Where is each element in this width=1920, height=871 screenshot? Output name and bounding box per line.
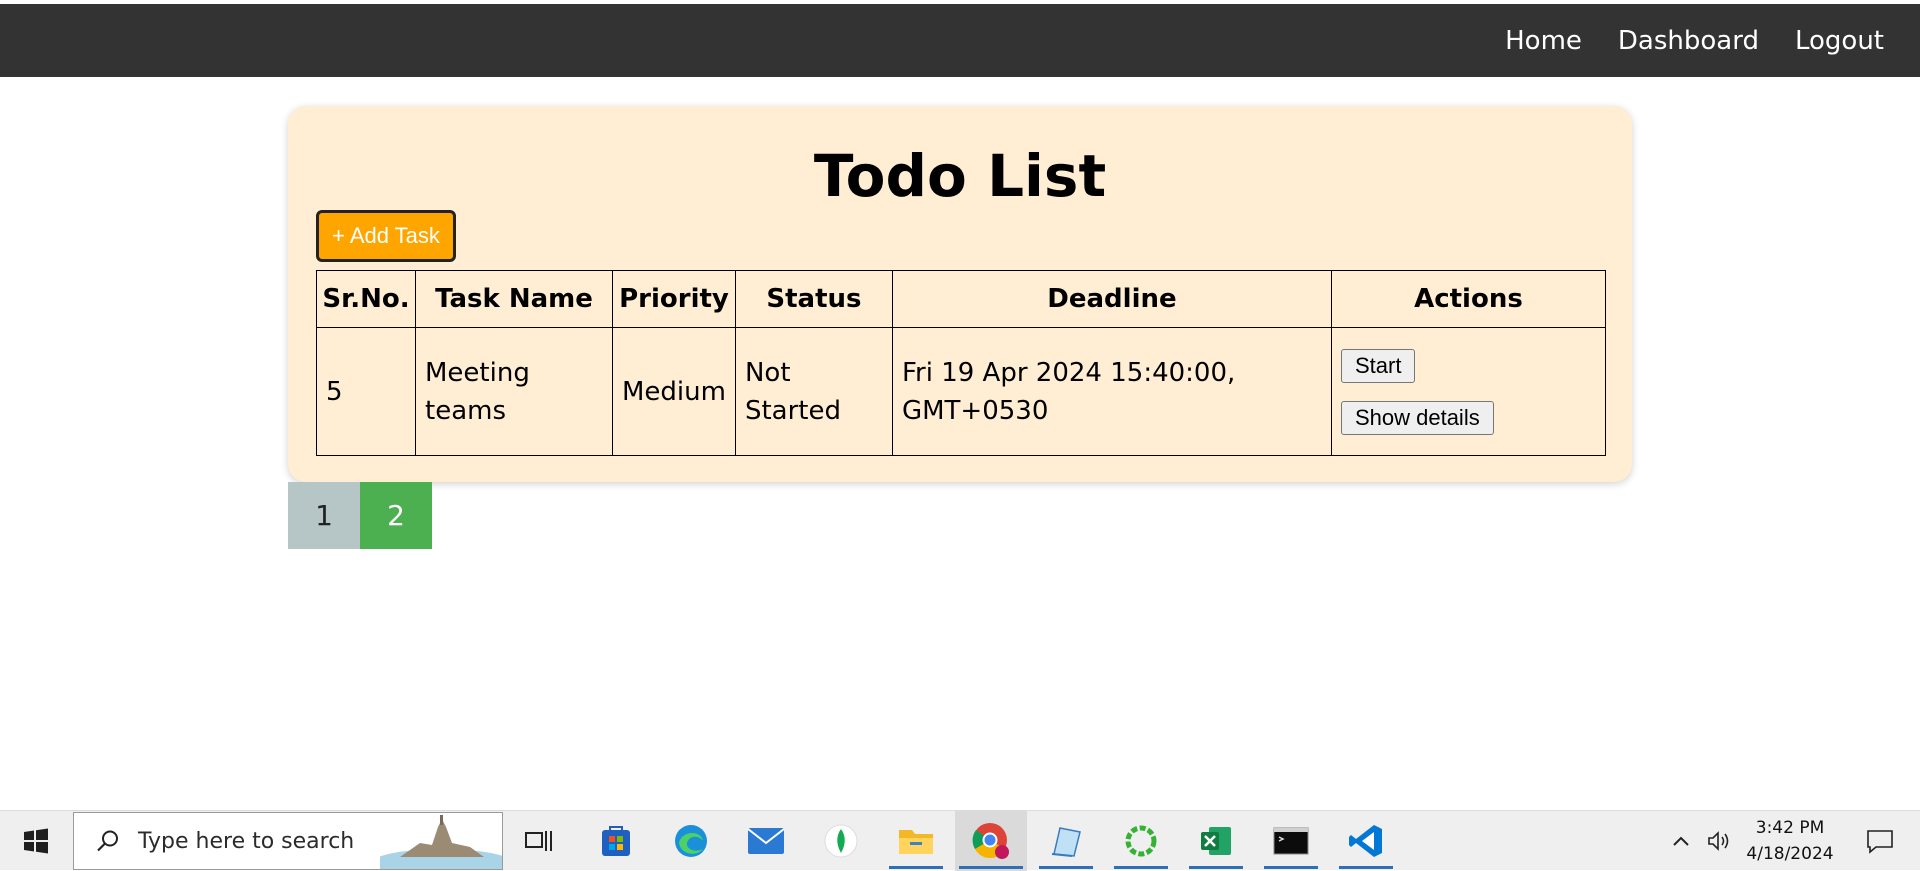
cell-task-name: Meeting teams (415, 327, 613, 456)
show-details-button[interactable]: Show details (1340, 400, 1494, 435)
start-icon[interactable] (5, 811, 67, 871)
app-ring-icon[interactable] (1110, 811, 1172, 871)
header-deadline: Deadline (891, 270, 1332, 328)
header-srno: Sr.No. (316, 270, 416, 328)
todo-card: Todo List + Add Task Sr.No. Task Name Pr… (288, 106, 1632, 482)
header-task-name: Task Name (415, 270, 613, 328)
tray-clock[interactable]: 3:42 PM 4/18/2024 (1740, 815, 1840, 867)
notepad-icon[interactable] (1035, 811, 1097, 871)
task-view-icon[interactable] (508, 811, 570, 871)
cell-status: Not Started (734, 327, 893, 456)
search-placeholder: Type here to search (138, 828, 355, 854)
chevron-up-icon[interactable] (1665, 811, 1697, 871)
taskbar: Type here to search 3:42 PM 4/18/2024 (0, 810, 1920, 871)
clock-date: 4/18/2024 (1746, 844, 1834, 864)
table-row: 5 Meeting teams Medium Not Started Fri 1… (316, 327, 1606, 456)
cell-priority: Medium (612, 327, 736, 456)
search-icon (97, 830, 118, 852)
page-2-button[interactable]: 2 (360, 482, 432, 549)
add-task-button[interactable]: + Add Task (316, 210, 456, 262)
file-explorer-icon[interactable] (885, 811, 947, 871)
nav-home-link[interactable]: Home (1505, 26, 1582, 56)
chrome-icon[interactable] (955, 811, 1027, 871)
volume-icon[interactable] (1703, 811, 1735, 871)
pagination: 1 2 (288, 482, 432, 549)
start-button[interactable]: Start (1340, 348, 1416, 383)
nav-logout-link[interactable]: Logout (1795, 26, 1884, 56)
task-table: Sr.No. Task Name Priority Status Deadlin… (316, 270, 1606, 456)
page-title: Todo List (813, 142, 1107, 210)
nav-links: Home Dashboard Logout (1505, 4, 1920, 77)
mail-icon[interactable] (735, 811, 797, 871)
mongodb-icon[interactable] (810, 811, 872, 871)
edge-icon[interactable] (660, 811, 722, 871)
excel-icon[interactable] (1185, 811, 1247, 871)
vscode-icon[interactable] (1335, 811, 1397, 871)
top-navbar: Home Dashboard Logout (0, 4, 1920, 77)
header-status: Status (734, 270, 893, 328)
table-header-row: Sr.No. Task Name Priority Status Deadlin… (316, 270, 1606, 328)
header-actions: Actions (1330, 270, 1606, 328)
nav-dashboard-link[interactable]: Dashboard (1618, 26, 1759, 56)
cell-actions: Start Show details (1330, 327, 1606, 456)
search-highlight-image (380, 813, 502, 869)
page-1-button[interactable]: 1 (288, 482, 360, 549)
header-priority: Priority (612, 270, 736, 328)
terminal-icon[interactable] (1260, 811, 1322, 871)
cell-srno: 5 (316, 327, 416, 456)
clock-time: 3:42 PM (1755, 818, 1825, 838)
notification-icon[interactable] (1855, 811, 1905, 871)
cell-deadline: Fri 19 Apr 2024 15:40:00, GMT+0530 (891, 327, 1332, 456)
store-icon[interactable] (585, 811, 647, 871)
taskbar-search-box[interactable]: Type here to search (73, 812, 503, 870)
